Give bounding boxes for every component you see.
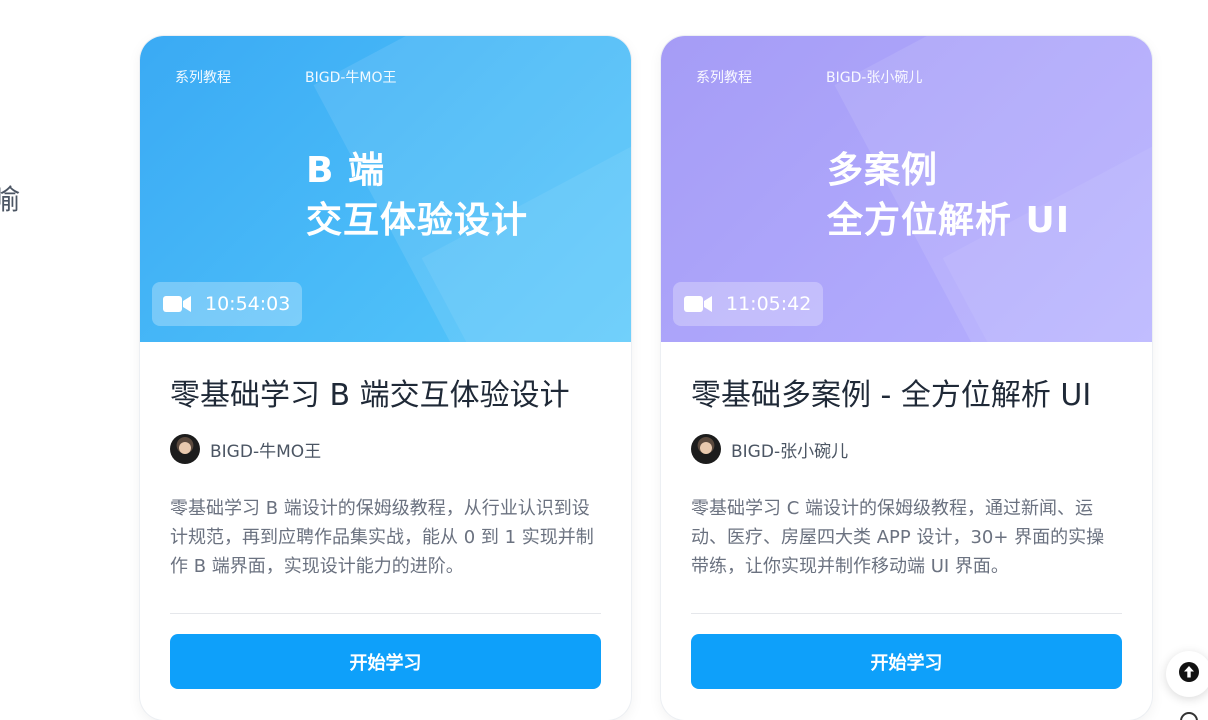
start-learning-button[interactable]: 开始学习	[170, 634, 601, 689]
cover-title: 多案例 全方位解析 UI	[827, 146, 1070, 246]
course-card[interactable]: 系列教程 BIGD-牛MO王 B 端 交互体验设计 10:54:03 零基础学习…	[140, 36, 631, 720]
avatar[interactable]	[691, 434, 721, 464]
course-description: 零基础学习 B 端设计的保姆级教程，从行业认识到设计规范，再到应聘作品集实战，能…	[170, 498, 594, 577]
arrow-up-icon	[1178, 661, 1200, 687]
course-info: 零基础学习 B 端交互体验设计 BIGD-牛MO王 零基础学习 B 端设计的保姆…	[140, 342, 631, 689]
duration-text: 10:54:03	[205, 293, 291, 315]
course-info: 零基础多案例 - 全方位解析 UI BIGD-张小碗儿 零基础学习 C 端设计的…	[661, 342, 1152, 689]
course-card[interactable]: 系列教程 BIGD-张小碗儿 多案例 全方位解析 UI 11:05:42 零基础…	[661, 36, 1152, 720]
cover-title-line: 全方位解析 UI	[827, 200, 1071, 241]
video-camera-icon	[163, 295, 191, 313]
course-cover[interactable]: 系列教程 BIGD-牛MO王 B 端 交互体验设计 10:54:03	[140, 36, 631, 342]
course-list-page: 喻 系列教程 BIGD-牛MO王 B 端 交互体验设计 10:54:03 零基础…	[0, 0, 1208, 720]
series-tag: 系列教程	[696, 70, 752, 86]
back-to-top-button[interactable]	[1166, 651, 1208, 697]
author-row[interactable]: BIGD-张小碗儿	[691, 434, 1122, 464]
video-camera-icon	[684, 295, 712, 313]
course-title[interactable]: 零基础多案例 - 全方位解析 UI	[691, 376, 1122, 416]
author-name[interactable]: BIGD-牛MO王	[210, 437, 321, 462]
cover-title: B 端 交互体验设计	[306, 146, 528, 246]
course-cover[interactable]: 系列教程 BIGD-张小碗儿 多案例 全方位解析 UI 11:05:42	[661, 36, 1152, 342]
author-name[interactable]: BIGD-张小碗儿	[731, 437, 848, 462]
duration-badge: 11:05:42	[673, 282, 824, 326]
divider	[170, 613, 601, 614]
help-icon[interactable]	[1180, 712, 1198, 720]
author-row[interactable]: BIGD-牛MO王	[170, 434, 601, 464]
cover-author-tag: BIGD-张小碗儿	[826, 70, 923, 86]
duration-badge: 10:54:03	[152, 282, 303, 326]
duration-text: 11:05:42	[726, 293, 812, 315]
start-learning-button[interactable]: 开始学习	[691, 634, 1122, 689]
avatar[interactable]	[170, 434, 200, 464]
course-title[interactable]: 零基础学习 B 端交互体验设计	[170, 376, 601, 416]
divider	[691, 613, 1122, 614]
offscreen-text-fragment: 喻	[0, 183, 21, 216]
cover-author-tag: BIGD-牛MO王	[305, 70, 397, 86]
cover-title-line: 交互体验设计	[306, 200, 529, 241]
series-tag: 系列教程	[175, 70, 231, 86]
course-description: 零基础学习 C 端设计的保姆级教程，通过新闻、运动、医疗、房屋四大类 APP 设…	[691, 498, 1105, 577]
cover-title-line: B 端	[306, 150, 385, 191]
cover-title-line: 多案例	[827, 150, 939, 191]
